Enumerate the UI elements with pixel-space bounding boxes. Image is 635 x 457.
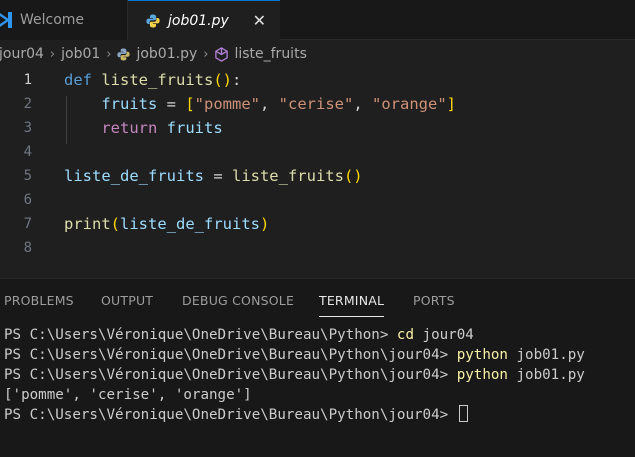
breadcrumb-item-jour04[interactable]: jour04 bbox=[0, 46, 44, 62]
breadcrumb-item-symbol[interactable]: liste_fruits bbox=[214, 46, 307, 62]
python-icon bbox=[117, 47, 131, 61]
operator: = bbox=[203, 167, 232, 185]
terminal-line: PS C:\Users\Véronique\OneDrive\Bureau\Py… bbox=[4, 365, 634, 385]
terminal-command: cd bbox=[396, 327, 415, 343]
terminal-args: job01.py bbox=[507, 367, 585, 383]
editor-tab-bar: Welcome job01.py ✕ bbox=[0, 0, 635, 41]
code-line-5: 5 liste_de_fruits = liste_fruits() bbox=[0, 164, 635, 188]
terminal-args: jour04 bbox=[414, 327, 474, 343]
terminal-line: PS C:\Users\Véronique\OneDrive\Bureau\Py… bbox=[4, 345, 634, 365]
code-line-7: 7 print(liste_de_fruits) bbox=[0, 212, 635, 236]
code-line-2: 2 fruits = ["pomme", "cerise", "orange"] bbox=[0, 92, 635, 116]
paren: () bbox=[343, 167, 363, 185]
comma: , bbox=[353, 95, 372, 113]
line-number: 3 bbox=[23, 120, 32, 136]
variable: liste_de_fruits bbox=[120, 215, 260, 233]
variable: fruits bbox=[166, 119, 223, 137]
code-editor[interactable]: 1 def liste_fruits(): 2 fruits = ["pomme… bbox=[0, 66, 635, 278]
terminal-cursor bbox=[458, 405, 468, 422]
line-number: 4 bbox=[23, 144, 32, 160]
variable: fruits bbox=[101, 95, 158, 113]
panel-tab-bar: PROBLEMS OUTPUT DEBUG CONSOLE TERMINAL P… bbox=[0, 279, 635, 323]
terminal-line: PS C:\Users\Véronique\OneDrive\Bureau\Py… bbox=[4, 325, 634, 345]
terminal-prompt: PS C:\Users\Véronique\OneDrive\Bureau\Py… bbox=[4, 367, 457, 383]
chevron-right-icon: › bbox=[49, 46, 56, 62]
terminal-prompt: PS C:\Users\Véronique\OneDrive\Bureau\Py… bbox=[4, 407, 457, 423]
terminal[interactable]: PS C:\Users\Véronique\OneDrive\Bureau\Py… bbox=[4, 325, 634, 425]
terminal-output: ['pomme', 'cerise', 'orange'] bbox=[4, 387, 252, 403]
python-icon bbox=[146, 14, 160, 28]
close-icon[interactable]: ✕ bbox=[253, 11, 266, 30]
tab-terminal[interactable]: TERMINAL bbox=[319, 293, 385, 317]
paren-open: ( bbox=[110, 215, 121, 233]
terminal-command: python bbox=[456, 347, 508, 363]
keyword-return: return bbox=[101, 119, 158, 137]
line-number: 7 bbox=[23, 216, 32, 232]
tab-ports[interactable]: PORTS bbox=[413, 293, 455, 308]
line-number: 8 bbox=[23, 240, 32, 256]
breadcrumb-item-file[interactable]: job01.py bbox=[117, 46, 197, 62]
terminal-command: python bbox=[456, 367, 508, 383]
colon: : bbox=[232, 71, 242, 89]
tab-debug-console[interactable]: DEBUG CONSOLE bbox=[182, 293, 294, 308]
code-line-3: 3 return fruits bbox=[0, 116, 635, 140]
method-cube-icon bbox=[214, 46, 229, 62]
operator: = bbox=[157, 95, 186, 113]
breadcrumb-file-label: job01.py bbox=[136, 46, 198, 62]
breadcrumb-symbol-label: liste_fruits bbox=[234, 46, 307, 62]
code-line-4: 4 bbox=[0, 140, 635, 164]
code-line-6: 6 bbox=[0, 188, 635, 212]
breadcrumb: jour04 › job01 › job01.py › liste_fruits bbox=[0, 42, 635, 66]
terminal-args: job01.py bbox=[507, 347, 585, 363]
paren: () bbox=[213, 71, 232, 89]
tab-output[interactable]: OUTPUT bbox=[101, 293, 153, 308]
vscode-icon bbox=[0, 11, 12, 29]
paren-close: ) bbox=[260, 215, 270, 233]
function-call: liste_fruits bbox=[231, 167, 344, 185]
bracket-close: ] bbox=[446, 95, 456, 113]
breadcrumb-item-job01[interactable]: job01 bbox=[61, 46, 100, 62]
line-number: 5 bbox=[23, 168, 32, 184]
tab-welcome-label: Welcome bbox=[20, 12, 85, 28]
tab-welcome[interactable]: Welcome bbox=[0, 0, 128, 40]
chevron-right-icon: › bbox=[203, 46, 209, 62]
bottom-panel: PROBLEMS OUTPUT DEBUG CONSOLE TERMINAL P… bbox=[0, 278, 635, 457]
bracket-open: [ bbox=[185, 95, 195, 113]
code-line-1: 1 def liste_fruits(): bbox=[0, 68, 635, 92]
terminal-line: PS C:\Users\Véronique\OneDrive\Bureau\Py… bbox=[4, 405, 634, 425]
terminal-prompt: PS C:\Users\Véronique\OneDrive\Bureau\Py… bbox=[4, 327, 397, 343]
code-line-8: 8 bbox=[0, 236, 635, 260]
string-literal: "orange" bbox=[372, 95, 447, 113]
tab-job01[interactable]: job01.py ✕ bbox=[128, 0, 280, 41]
function-name: liste_fruits bbox=[101, 71, 214, 89]
tab-job01-label: job01.py bbox=[168, 13, 229, 29]
function-call: print bbox=[64, 215, 111, 233]
line-number: 1 bbox=[23, 72, 32, 88]
line-number: 6 bbox=[23, 192, 32, 208]
string-literal: "pomme" bbox=[194, 95, 260, 113]
line-number: 2 bbox=[23, 96, 32, 112]
chevron-right-icon: › bbox=[106, 46, 112, 62]
comma: , bbox=[260, 95, 279, 113]
terminal-prompt: PS C:\Users\Véronique\OneDrive\Bureau\Py… bbox=[4, 347, 457, 363]
keyword-def: def bbox=[64, 71, 92, 89]
string-literal: "cerise" bbox=[278, 95, 354, 113]
tab-problems[interactable]: PROBLEMS bbox=[4, 293, 74, 308]
variable: liste_de_fruits bbox=[64, 167, 204, 185]
